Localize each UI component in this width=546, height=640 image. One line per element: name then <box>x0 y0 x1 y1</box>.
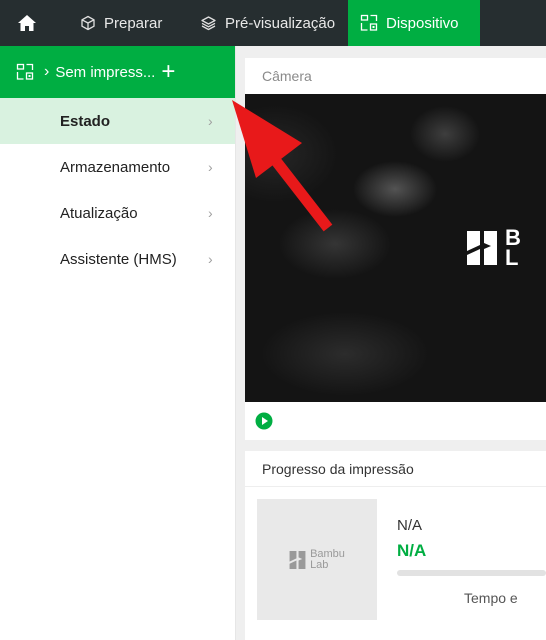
thumbnail-logo-text: Bambu Lab <box>310 548 345 571</box>
print-status: N/A <box>397 541 427 560</box>
chevron-right-icon: › <box>208 159 213 175</box>
progress-title: Progresso da impressão <box>245 451 546 487</box>
thumbnail-logo-line1: Bambu <box>310 548 345 561</box>
print-task-name: N/A <box>397 517 423 534</box>
sidebar-item-atualizacao[interactable]: Atualização › <box>0 190 235 236</box>
tab-pre-visualizacao[interactable]: Pré-visualização <box>190 0 348 46</box>
tab-preparar[interactable]: Preparar <box>54 0 190 46</box>
print-progress-panel: Progresso da impressão Bambu Lab N/A N/A… <box>245 451 546 640</box>
bambu-logo-mark-icon <box>467 230 497 265</box>
sidebar: › Sem impress... + Estado › Armazenament… <box>0 46 236 640</box>
sidebar-item-estado[interactable]: Estado › <box>0 98 235 144</box>
chevron-right-icon: › <box>208 113 213 129</box>
camera-title: Câmera <box>262 68 312 84</box>
sidebar-item-label: Armazenamento <box>60 158 171 176</box>
bambu-logo-mark-icon <box>289 550 306 569</box>
sidebar-item-assistente-hms[interactable]: Assistente (HMS) › <box>0 236 235 282</box>
tab-pre-visualizacao-label: Pré-visualização <box>225 14 336 32</box>
print-thumbnail: Bambu Lab <box>257 499 377 620</box>
cube-icon <box>81 15 95 31</box>
printer-selector[interactable]: › Sem impress... + <box>0 46 235 98</box>
tab-preparar-label: Preparar <box>104 14 163 32</box>
chevron-right-icon: › <box>208 205 213 221</box>
thumbnail-logo-line2: Lab <box>310 558 329 571</box>
progress-bar <box>397 570 546 576</box>
layers-icon <box>201 16 216 31</box>
tab-dispositivo[interactable]: Dispositivo <box>348 0 480 46</box>
sidebar-item-label: Atualização <box>60 204 138 222</box>
play-icon[interactable] <box>255 412 273 430</box>
chevron-right-icon: › <box>208 251 213 267</box>
camera-panel: Câmera B L <box>245 58 546 440</box>
sidebar-item-armazenamento[interactable]: Armazenamento › <box>0 144 235 190</box>
printer-name: Sem impress... <box>55 63 156 81</box>
chevron-right-icon: › <box>44 63 50 80</box>
sidebar-item-label: Estado <box>60 112 111 130</box>
main-content: Câmera B L Progresso da impressão Bambu … <box>236 46 546 640</box>
camera-feed: B L <box>245 94 546 402</box>
remaining-time-label: Tempo e <box>464 590 518 606</box>
tab-dispositivo-label: Dispositivo <box>386 14 459 32</box>
home-button[interactable] <box>0 0 54 46</box>
bambu-lab-logo: B L <box>467 227 522 270</box>
top-tab-bar: Preparar Pré-visualização Dispositivo <box>0 0 546 46</box>
add-printer-button[interactable]: + <box>161 60 175 84</box>
device-icon <box>360 14 378 31</box>
home-icon <box>18 15 36 31</box>
printer-device-icon <box>16 63 34 80</box>
camera-controls <box>245 402 546 440</box>
camera-logo-text: B L <box>505 227 522 270</box>
sidebar-item-label: Assistente (HMS) <box>60 250 177 268</box>
camera-logo-text-line2: L <box>505 244 520 270</box>
